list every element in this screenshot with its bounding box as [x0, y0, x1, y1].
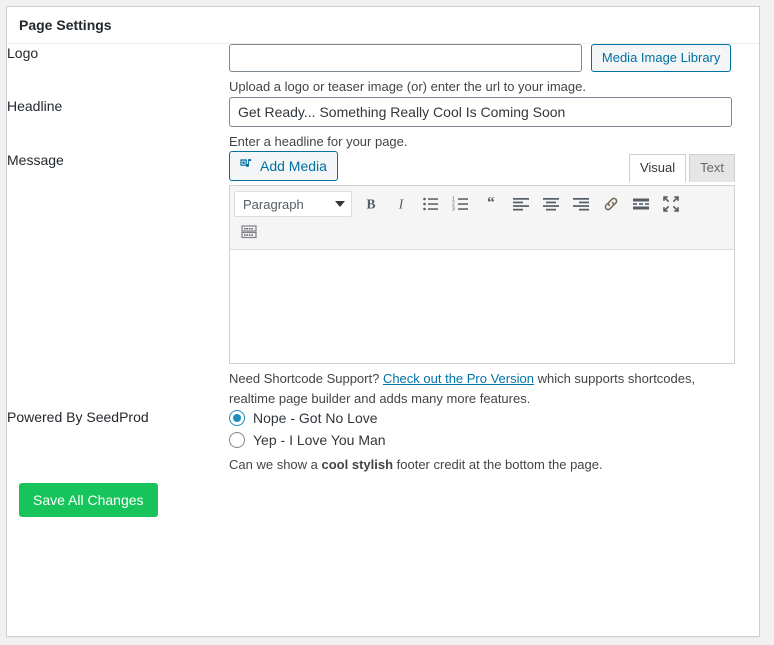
add-media-label: Add Media — [260, 158, 327, 174]
radio-nope-label: Nope - Got No Love — [253, 408, 378, 428]
field-logo: Media Image Library Upload a logo or tea… — [229, 44, 759, 97]
toolbar-row-1: Paragraph B I — [234, 190, 732, 218]
italic-icon[interactable]: I — [386, 191, 416, 217]
label-logo: Logo — [7, 44, 229, 97]
editor-tabs: Visual Text — [626, 154, 735, 182]
wp-editor: Add Media Visual Text P — [229, 151, 735, 408]
distraction-free-icon[interactable] — [656, 191, 686, 217]
powered-by-description-suffix: footer credit at the bottom the page. — [393, 457, 603, 472]
field-message: Add Media Visual Text P — [229, 151, 759, 408]
radio-yep-label: Yep - I Love You Man — [253, 430, 386, 450]
editor-media-bar: Add Media Visual Text — [229, 151, 735, 181]
field-powered-by: Nope - Got No Love Yep - I Love You Man … — [229, 408, 759, 475]
message-description-prefix: Need Shortcode Support? — [229, 371, 383, 386]
radio-nope-input[interactable] — [229, 410, 245, 426]
page-settings-card: Page Settings Logo Media Image Library U… — [6, 6, 760, 637]
read-more-icon[interactable] — [626, 191, 656, 217]
tab-text[interactable]: Text — [689, 154, 735, 182]
row-logo: Logo Media Image Library Upload a logo o… — [7, 44, 759, 97]
page-title: Page Settings — [7, 7, 759, 44]
tab-visual[interactable]: Visual — [629, 154, 686, 182]
row-powered-by: Powered By SeedProd Nope - Got No Love Y… — [7, 408, 759, 475]
form-actions: Save All Changes — [7, 475, 759, 517]
label-powered-by: Powered By SeedProd — [7, 408, 229, 475]
save-all-changes-button[interactable]: Save All Changes — [19, 483, 158, 517]
headline-input[interactable] — [229, 97, 732, 127]
headline-description: Enter a headline for your page. — [229, 132, 759, 152]
powered-by-description: Can we show a cool stylish footer credit… — [229, 455, 759, 475]
svg-text:B: B — [366, 197, 375, 212]
align-center-icon[interactable] — [536, 191, 566, 217]
add-media-icon — [238, 157, 254, 176]
align-right-icon[interactable] — [566, 191, 596, 217]
label-message: Message — [7, 151, 229, 408]
message-description: Need Shortcode Support? Check out the Pr… — [229, 369, 735, 408]
field-headline: Enter a headline for your page. — [229, 97, 759, 152]
logo-description: Upload a logo or teaser image (or) enter… — [229, 77, 759, 97]
blockquote-icon[interactable]: “ — [476, 191, 506, 217]
logo-input[interactable] — [229, 44, 582, 72]
editor-box: Paragraph B I — [229, 185, 735, 364]
settings-form: Logo Media Image Library Upload a logo o… — [7, 44, 759, 475]
format-select[interactable]: Paragraph — [234, 191, 352, 217]
numbered-list-icon[interactable]: 1 2 3 — [446, 191, 476, 217]
toolbar-toggle-icon[interactable] — [234, 219, 264, 245]
editor-content-area[interactable] — [230, 250, 734, 363]
format-select-value: Paragraph — [243, 197, 304, 212]
media-image-library-button[interactable]: Media Image Library — [591, 44, 732, 72]
powered-by-description-prefix: Can we show a — [229, 457, 322, 472]
align-left-icon[interactable] — [506, 191, 536, 217]
add-media-button[interactable]: Add Media — [229, 151, 338, 181]
label-headline: Headline — [7, 97, 229, 152]
link-icon[interactable] — [596, 191, 626, 217]
powered-by-description-bold: cool stylish — [322, 457, 394, 472]
row-headline: Headline Enter a headline for your page. — [7, 97, 759, 152]
toolbar-row-2 — [234, 218, 732, 246]
svg-text:3: 3 — [452, 207, 455, 213]
bold-icon[interactable]: B — [356, 191, 386, 217]
radio-option-yep[interactable]: Yep - I Love You Man — [229, 430, 759, 450]
editor-toolbar: Paragraph B I — [230, 186, 734, 250]
chevron-down-icon — [335, 201, 345, 207]
svg-text:“: “ — [487, 195, 495, 212]
pro-version-link[interactable]: Check out the Pro Version — [383, 371, 534, 386]
radio-option-nope[interactable]: Nope - Got No Love — [229, 408, 759, 428]
radio-yep-input[interactable] — [229, 432, 245, 448]
bulleted-list-icon[interactable] — [416, 191, 446, 217]
svg-text:I: I — [398, 197, 405, 212]
row-message: Message — [7, 151, 759, 408]
